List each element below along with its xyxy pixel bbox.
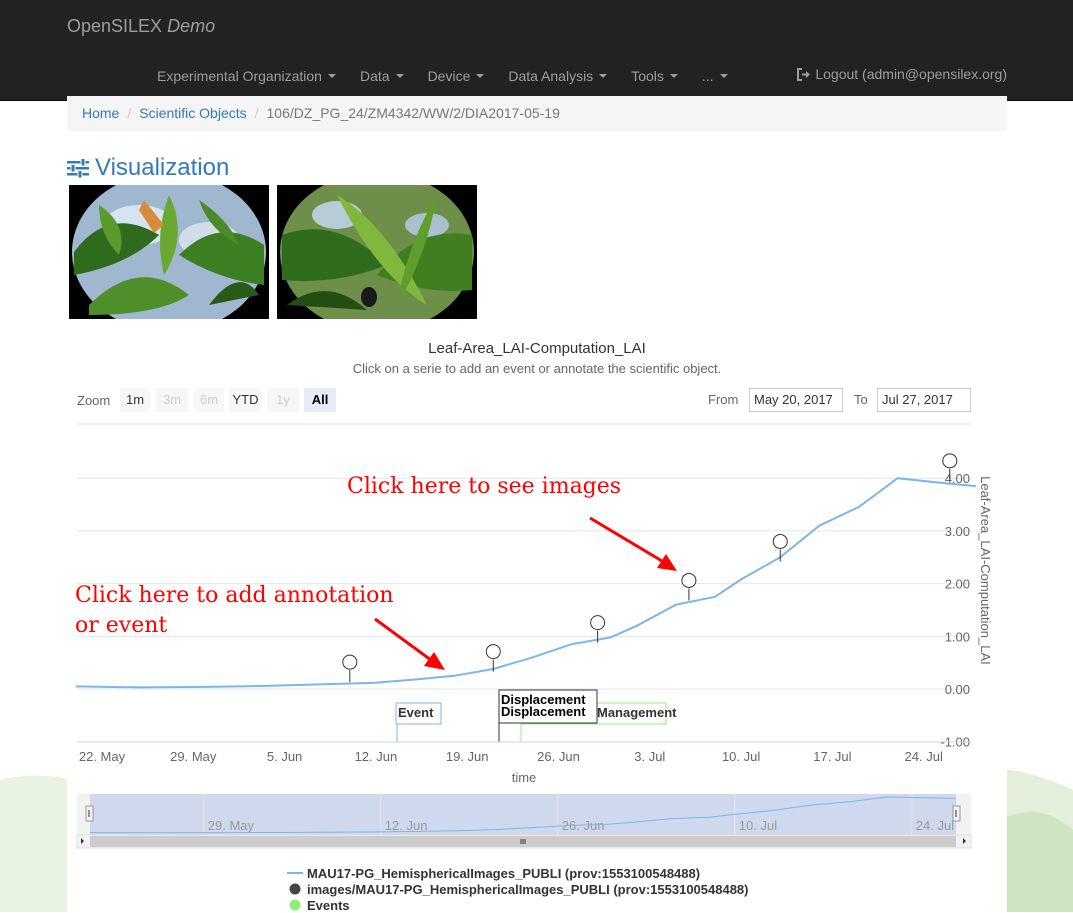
legend-label: Events	[307, 897, 350, 913]
top-navbar: OpenSILEX Demo Experimental Organization…	[0, 0, 1073, 101]
nav-label: Tools	[631, 68, 664, 84]
x-tick-label: 19. Jun	[446, 749, 489, 764]
x-tick-label: 12. Jun	[355, 749, 398, 764]
y-tick-label: 2.00	[945, 577, 970, 592]
image-flag-marker	[681, 572, 697, 588]
navigator-tick-label: 10. Jul	[739, 818, 777, 833]
x-tick-label: 24. Jul	[905, 749, 943, 764]
hemispherical-image-thumbnail[interactable]	[69, 185, 269, 319]
nav-menu: Experimental Organization Data Device Da…	[145, 60, 740, 92]
nav-data-analysis[interactable]: Data Analysis	[496, 62, 619, 90]
navigator-tick-label: 12. Jun	[385, 818, 428, 833]
caret-down-icon	[719, 74, 728, 78]
chart-legend: MAU17-PG_HemisphericalImages_PUBLI (prov…	[285, 865, 749, 913]
nav-label: Data	[359, 68, 390, 84]
caret-down-icon	[476, 74, 485, 78]
legend-label: MAU17-PG_HemisphericalImages_PUBLI (prov…	[307, 865, 701, 881]
caret-down-icon	[599, 74, 608, 78]
y-tick-label: 0.00	[945, 682, 970, 697]
logout-link[interactable]: Logout (admin@opensilex.org)	[797, 66, 1007, 82]
caret-down-icon	[327, 74, 336, 78]
canopy-photo	[277, 185, 477, 319]
x-axis-ticks: 22. May 29. May 5. Jun 12. Jun 19. Jun 26. Ju…	[79, 749, 943, 764]
events-band[interactable]: ManagementEventDisplacementDisplacement	[395, 689, 677, 742]
brand-logo[interactable]: OpenSILEX Demo	[67, 16, 215, 37]
breadcrumb: Home / Scientific Objects / 106/DZ_PG_24…	[67, 96, 1007, 131]
legend-item-series[interactable]: MAU17-PG_HemisphericalImages_PUBLI (prov…	[285, 865, 749, 881]
nav-data[interactable]: Data	[348, 62, 416, 90]
y-axis-title: Leaf-Area_LAI-Computation_LAI	[978, 476, 993, 665]
y-axis-ticks: -1.000.001.002.003.004.00	[940, 471, 970, 750]
navigator-tick-label: 29. May	[208, 818, 255, 833]
nav-label: Data Analysis	[508, 68, 594, 84]
nav-tools[interactable]: Tools	[619, 62, 690, 90]
annotation-arrows	[374, 516, 677, 670]
visualization-heading: Visualization	[67, 154, 229, 182]
logout-label: Logout (admin@opensilex.org)	[815, 66, 1007, 82]
event-label: Event	[398, 705, 434, 720]
caret-down-icon	[395, 74, 404, 78]
canopy-photo	[69, 185, 269, 319]
x-tick-label: 26. Jun	[537, 749, 580, 764]
hemispherical-image-thumbnail[interactable]	[277, 185, 477, 319]
circle-symbol-icon	[289, 883, 301, 895]
event-label: Management	[597, 705, 677, 720]
y-tick-label: 3.00	[945, 524, 970, 539]
nav-more[interactable]: ...	[690, 62, 740, 90]
breadcrumb-current: 106/DZ_PG_24/ZM4342/WW/2/DIA2017-05-19	[266, 105, 560, 121]
image-flag-marker	[590, 615, 606, 631]
image-flag-marker	[772, 533, 788, 549]
legend-item-events[interactable]: Events	[285, 897, 749, 913]
brand-suffix: Demo	[167, 16, 216, 36]
nav-label: Device	[427, 68, 471, 84]
sign-out-icon	[797, 67, 811, 81]
y-tick-label: 1.00	[945, 629, 970, 644]
x-tick-label: 22. May	[79, 749, 126, 764]
x-tick-label: 17. Jul	[813, 749, 851, 764]
navigator[interactable]: 29. May 12. Jun 26. Jun 10. Jul 24. Jul	[76, 794, 972, 849]
line-symbol-icon	[287, 872, 303, 874]
legend-item-images[interactable]: images/MAU17-PG_HemisphericalImages_PUBL…	[285, 881, 749, 897]
x-tick-label: 29. May	[170, 749, 217, 764]
legend-label: images/MAU17-PG_HemisphericalImages_PUBL…	[307, 881, 749, 897]
brand-name: OpenSILEX	[67, 16, 163, 36]
image-flag-marker	[942, 453, 958, 469]
x-tick-label: 10. Jul	[722, 749, 760, 764]
image-flag-marker	[342, 654, 358, 670]
breadcrumb-separator: /	[254, 105, 259, 121]
x-axis-title: time	[512, 770, 537, 785]
chart-panel: Leaf-Area_LAI-Computation_LAI Click on a…	[67, 330, 1007, 913]
nav-label: ...	[701, 68, 714, 84]
nav-device[interactable]: Device	[416, 62, 497, 90]
x-tick-label: 5. Jun	[267, 749, 302, 764]
breadcrumb-home[interactable]: Home	[82, 105, 119, 122]
annotation-see-images: Click here to see images	[347, 474, 622, 499]
caret-down-icon	[669, 74, 678, 78]
breadcrumb-scientific-objects[interactable]: Scientific Objects	[139, 105, 246, 122]
x-tick-label: 3. Jul	[634, 749, 665, 764]
annotation-add-event-line1: Click here to add annotation	[75, 583, 394, 608]
nav-label: Experimental Organization	[157, 68, 322, 84]
breadcrumb-separator: /	[127, 105, 132, 121]
circle-symbol-icon	[289, 899, 301, 911]
image-flag-marker	[485, 644, 501, 660]
annotation-add-event-line2: or event	[75, 613, 168, 638]
event-label: Displacement	[501, 704, 586, 719]
sliders-icon	[67, 158, 89, 178]
nav-experimental-organization[interactable]: Experimental Organization	[145, 62, 348, 90]
navigator-tick-label: 24. Jul	[916, 818, 954, 833]
visualization-title: Visualization	[95, 154, 230, 181]
